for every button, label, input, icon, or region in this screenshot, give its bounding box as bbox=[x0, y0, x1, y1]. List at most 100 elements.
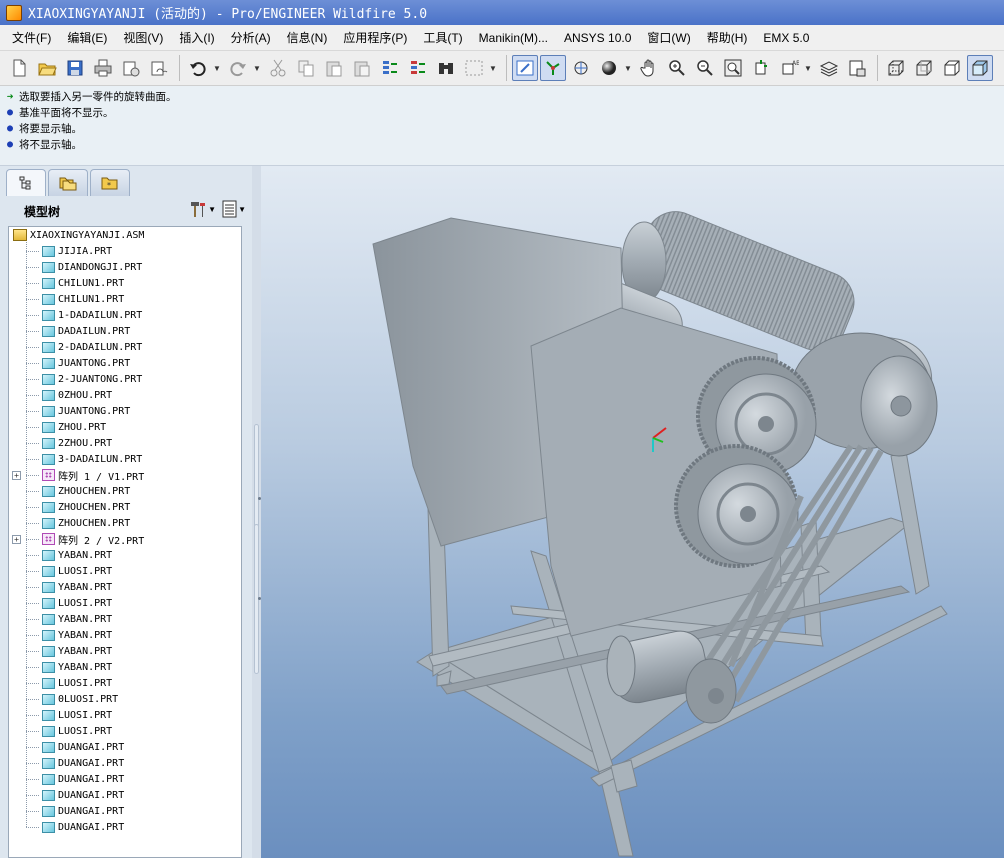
menu-item[interactable]: 窗口(W) bbox=[639, 25, 698, 51]
spin-center-button[interactable] bbox=[540, 55, 566, 81]
repaint-button[interactable] bbox=[512, 55, 538, 81]
shading-button[interactable] bbox=[596, 55, 622, 81]
tree-part-item[interactable]: LUOSI.PRT bbox=[9, 595, 241, 611]
tree-part-item[interactable]: DUANGAI.PRT bbox=[9, 739, 241, 755]
tree-part-item[interactable]: DUANGAI.PRT bbox=[9, 755, 241, 771]
saved-views-button[interactable]: AB bbox=[776, 55, 802, 81]
tree-part-item[interactable]: 2-JUANTONG.PRT bbox=[9, 371, 241, 387]
tree-part-item[interactable]: YABAN.PRT bbox=[9, 611, 241, 627]
pan-button[interactable] bbox=[636, 55, 662, 81]
tree-part-item[interactable]: DIANDONGJI.PRT bbox=[9, 259, 241, 275]
saved-views-dropdown-arrow[interactable]: ▼ bbox=[804, 64, 812, 73]
cut-button[interactable] bbox=[265, 55, 291, 81]
folder-browser-icon bbox=[59, 177, 77, 191]
expand-icon[interactable]: + bbox=[12, 470, 21, 480]
tree-part-item[interactable]: DADAILUN.PRT bbox=[9, 323, 241, 339]
orient-mode-button[interactable] bbox=[568, 55, 594, 81]
refit-button[interactable] bbox=[720, 55, 746, 81]
tree-pattern-item[interactable]: + 阵列 1 / V1.PRT bbox=[9, 467, 241, 483]
tree-root-assembly[interactable]: XIAOXINGYAYANJI.ASM bbox=[9, 227, 241, 243]
tree-part-item[interactable]: 3-DADAILUN.PRT bbox=[9, 451, 241, 467]
shading-dropdown-arrow[interactable]: ▼ bbox=[624, 64, 632, 73]
tree-show-button[interactable]: ▼ bbox=[222, 200, 246, 218]
tree-part-item[interactable]: ZHOU.PRT bbox=[9, 419, 241, 435]
tree-part-item[interactable]: YABAN.PRT bbox=[9, 579, 241, 595]
shaded-button[interactable] bbox=[967, 55, 993, 81]
tree-part-item[interactable]: LUOSI.PRT bbox=[9, 563, 241, 579]
selection-box-button[interactable] bbox=[461, 55, 487, 81]
regen-manager-button[interactable] bbox=[405, 55, 431, 81]
splitter-grip[interactable] bbox=[254, 524, 261, 674]
tree-settings-button[interactable]: ▼ bbox=[188, 200, 216, 218]
tree-part-item[interactable]: 0LUOSI.PRT bbox=[9, 691, 241, 707]
selection-dropdown-arrow[interactable]: ▼ bbox=[489, 64, 497, 73]
zoom-out-button[interactable] bbox=[692, 55, 718, 81]
tree-part-item[interactable]: 2ZHOU.PRT bbox=[9, 435, 241, 451]
paste-special-button[interactable] bbox=[349, 55, 375, 81]
undo-button[interactable] bbox=[185, 55, 211, 81]
paste-button[interactable] bbox=[321, 55, 347, 81]
tree-part-item[interactable]: LUOSI.PRT bbox=[9, 707, 241, 723]
tree-part-item[interactable]: JUANTONG.PRT bbox=[9, 355, 241, 371]
new-file-button[interactable] bbox=[6, 55, 32, 81]
view-manager-button[interactable] bbox=[844, 55, 870, 81]
tree-part-item[interactable]: LUOSI.PRT bbox=[9, 723, 241, 739]
tab-model-tree[interactable] bbox=[6, 169, 46, 196]
wireframe-button[interactable] bbox=[883, 55, 909, 81]
tab-folder-browser[interactable] bbox=[48, 169, 88, 196]
menu-item[interactable]: 文件(F) bbox=[4, 25, 59, 51]
tree-part-item[interactable]: ZHOUCHEN.PRT bbox=[9, 499, 241, 515]
menu-item[interactable]: 分析(A) bbox=[223, 25, 279, 51]
menu-item[interactable]: 信息(N) bbox=[279, 25, 336, 51]
tree-part-item[interactable]: 2-DADAILUN.PRT bbox=[9, 339, 241, 355]
undo-dropdown-arrow[interactable]: ▼ bbox=[213, 64, 221, 73]
no-hidden-button[interactable] bbox=[939, 55, 965, 81]
redo-dropdown-arrow[interactable]: ▼ bbox=[253, 64, 261, 73]
tree-part-item[interactable]: CHILUN1.PRT bbox=[9, 291, 241, 307]
regenerate-button[interactable] bbox=[377, 55, 403, 81]
menu-item[interactable]: Manikin(M)... bbox=[471, 25, 556, 51]
menu-item[interactable]: EMX 5.0 bbox=[755, 25, 817, 51]
graphics-viewport[interactable] bbox=[261, 166, 1004, 858]
tree-part-item[interactable]: 0ZHOU.PRT bbox=[9, 387, 241, 403]
expand-icon[interactable]: + bbox=[12, 534, 21, 544]
tree-part-item[interactable]: YABAN.PRT bbox=[9, 547, 241, 563]
send-mail-button[interactable] bbox=[118, 55, 144, 81]
tree-part-item[interactable]: DUANGAI.PRT bbox=[9, 819, 241, 835]
menu-item[interactable]: 帮助(H) bbox=[699, 25, 756, 51]
copy-button[interactable] bbox=[293, 55, 319, 81]
menu-item[interactable]: 应用程序(P) bbox=[335, 25, 415, 51]
tree-part-item[interactable]: LUOSI.PRT bbox=[9, 675, 241, 691]
tree-part-item[interactable]: DUANGAI.PRT bbox=[9, 803, 241, 819]
panel-splitter[interactable] bbox=[252, 166, 261, 858]
tree-part-item[interactable]: JUANTONG.PRT bbox=[9, 403, 241, 419]
reorient-button[interactable] bbox=[748, 55, 774, 81]
tab-favorites[interactable]: * bbox=[90, 169, 130, 196]
layers-button[interactable] bbox=[816, 55, 842, 81]
menu-item[interactable]: 视图(V) bbox=[115, 25, 171, 51]
zoom-in-button[interactable] bbox=[664, 55, 690, 81]
menu-item[interactable]: 编辑(E) bbox=[59, 25, 115, 51]
print-button[interactable] bbox=[90, 55, 116, 81]
hidden-line-button[interactable] bbox=[911, 55, 937, 81]
tree-part-item[interactable]: ZHOUCHEN.PRT bbox=[9, 483, 241, 499]
menu-item[interactable]: 工具(T) bbox=[415, 25, 470, 51]
send-link-button[interactable] bbox=[146, 55, 172, 81]
tree-part-item[interactable]: ZHOUCHEN.PRT bbox=[9, 515, 241, 531]
menu-item[interactable]: ANSYS 10.0 bbox=[556, 25, 639, 51]
redo-button[interactable] bbox=[225, 55, 251, 81]
tree-part-item[interactable]: CHILUN1.PRT bbox=[9, 275, 241, 291]
save-button[interactable] bbox=[62, 55, 88, 81]
tree-pattern-item[interactable]: + 阵列 2 / V2.PRT bbox=[9, 531, 241, 547]
tree-part-item[interactable]: YABAN.PRT bbox=[9, 659, 241, 675]
tree-part-item[interactable]: 1-DADAILUN.PRT bbox=[9, 307, 241, 323]
tree-part-item[interactable]: YABAN.PRT bbox=[9, 643, 241, 659]
find-button[interactable] bbox=[433, 55, 459, 81]
menu-item[interactable]: 插入(I) bbox=[171, 25, 222, 51]
tree-part-item[interactable]: DUANGAI.PRT bbox=[9, 787, 241, 803]
tree-part-item[interactable]: DUANGAI.PRT bbox=[9, 771, 241, 787]
tree-part-item[interactable]: JIJIA.PRT bbox=[9, 243, 241, 259]
assembly-3d-model[interactable] bbox=[261, 166, 1004, 858]
tree-part-item[interactable]: YABAN.PRT bbox=[9, 627, 241, 643]
open-file-button[interactable] bbox=[34, 55, 60, 81]
